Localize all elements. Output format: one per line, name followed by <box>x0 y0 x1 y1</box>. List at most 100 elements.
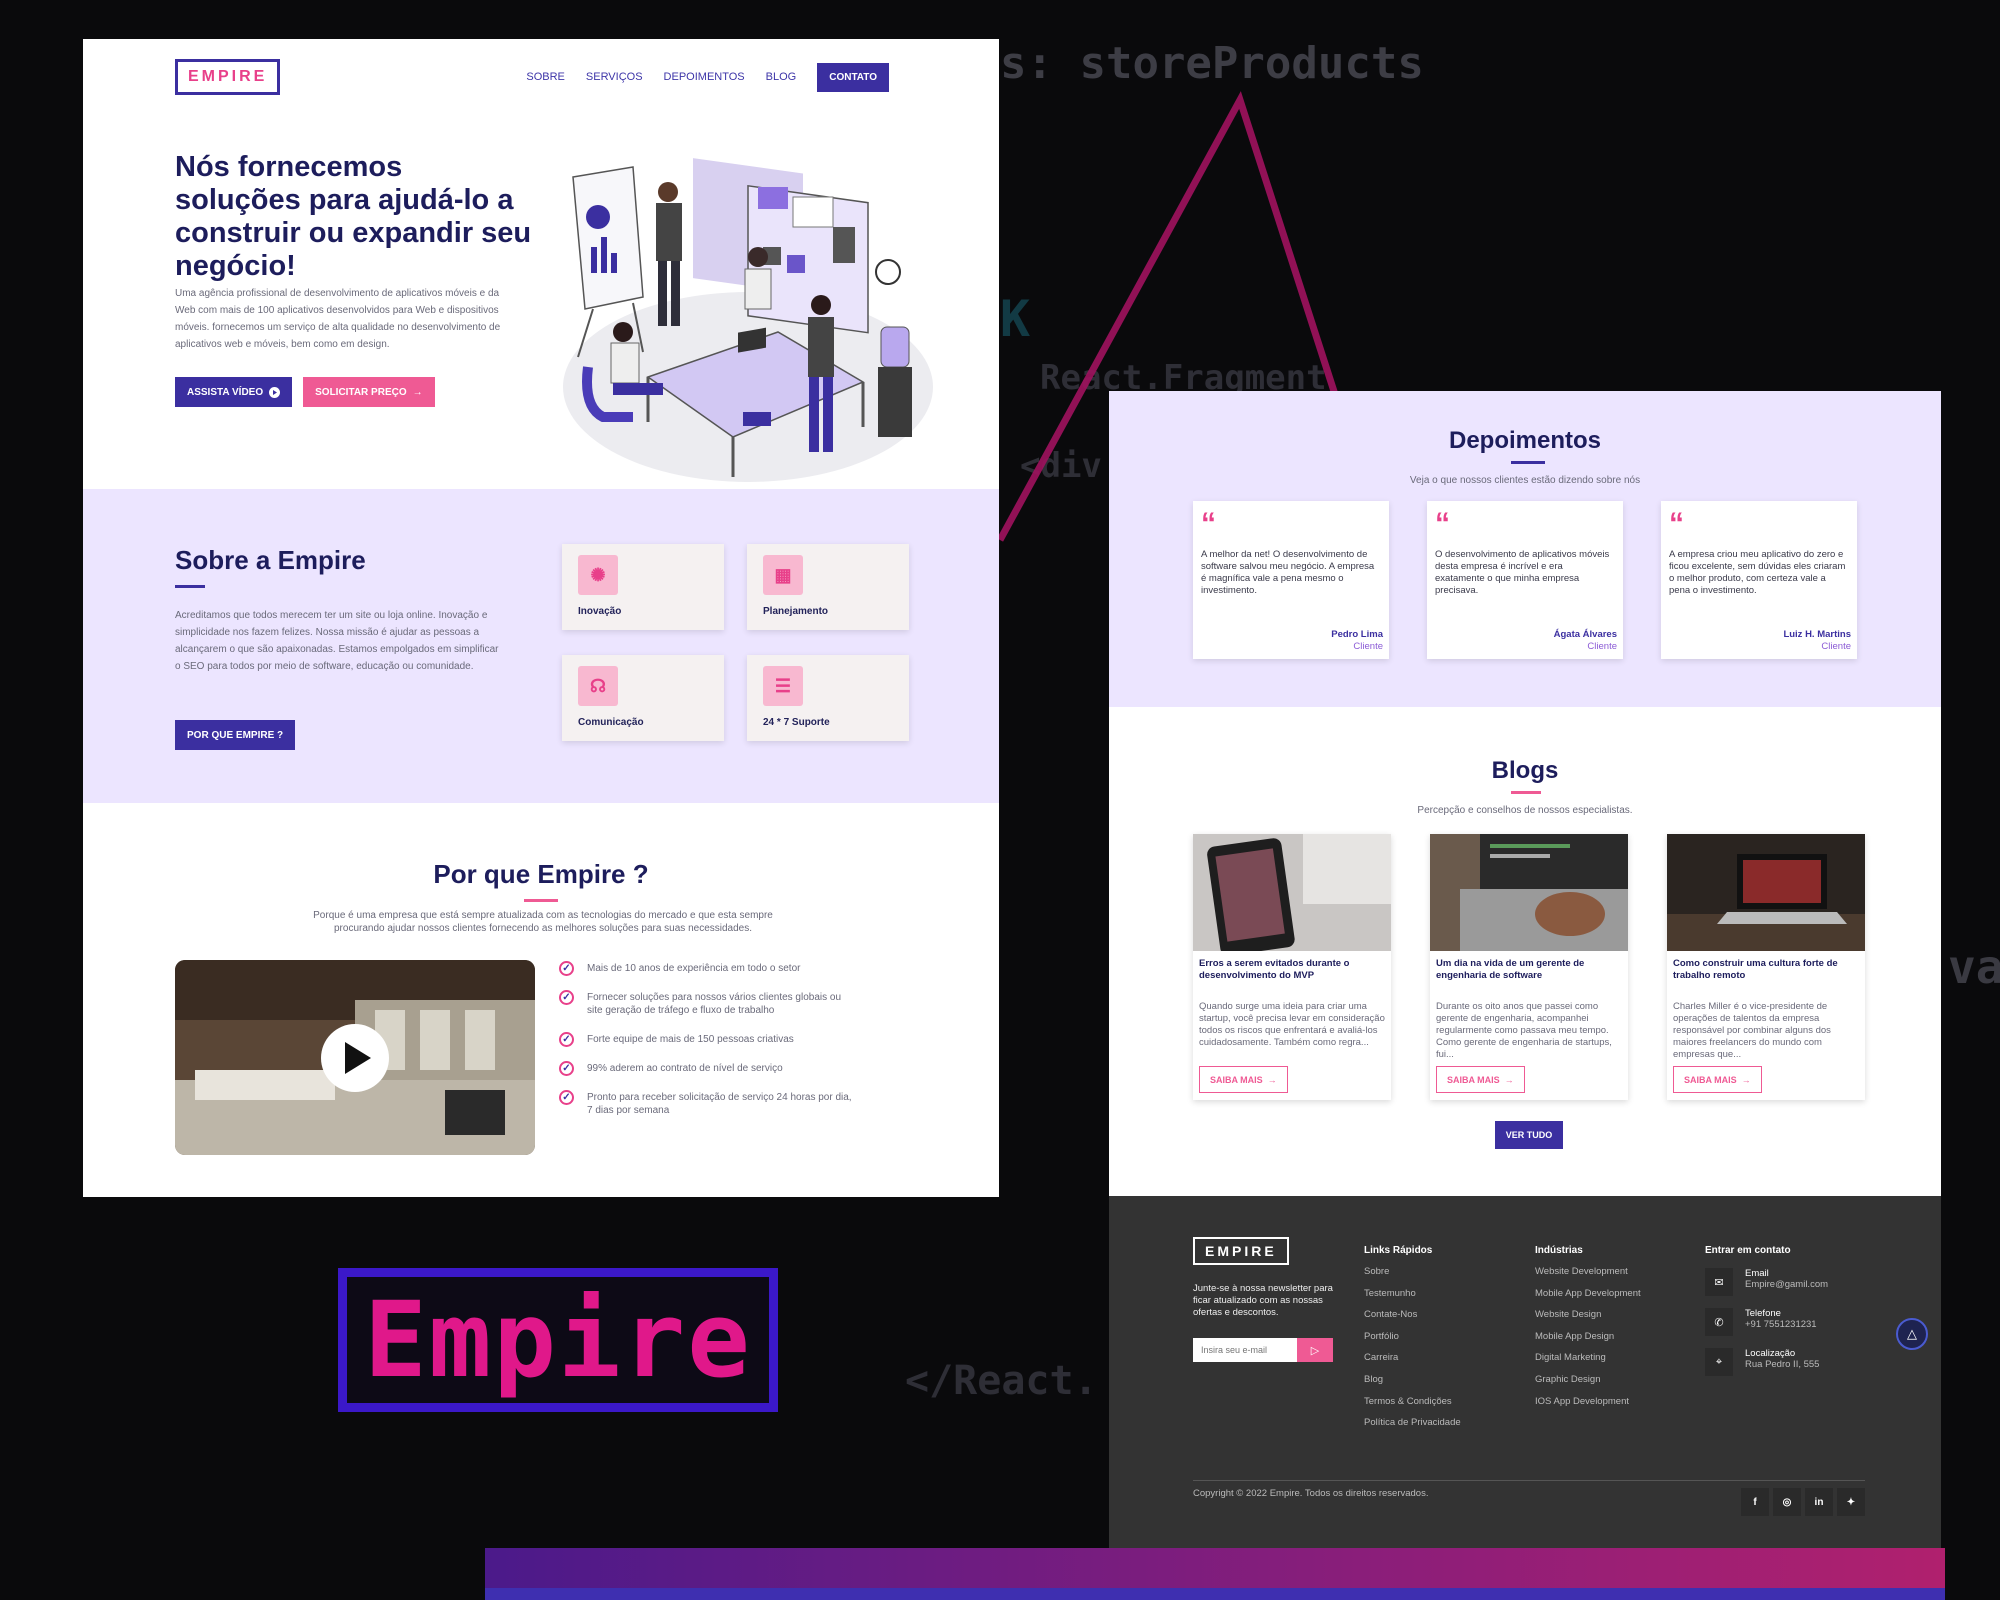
hero-illustration <box>563 158 933 482</box>
blog-title[interactable]: Um dia na vida de um gerente de engenhar… <box>1436 958 1622 982</box>
lightbulb-icon: ✺ <box>578 555 618 595</box>
footer-link[interactable]: Mobile App Development <box>1535 1288 1641 1310</box>
showcase-logo: Empire <box>338 1268 778 1412</box>
hero-title: Nós fornecemos soluções para ajudá-lo a … <box>175 151 532 282</box>
footer-link[interactable]: IOS App Development <box>1535 1396 1641 1418</box>
why-empire-button[interactable]: POR QUE EMPIRE ? <box>175 720 296 750</box>
testimonial-name: Ágata Álvares <box>1553 629 1617 640</box>
nav-links: SOBRE SERVIÇOS DEPOIMENTOS BLOG CONTATO <box>526 62 889 92</box>
blog-title[interactable]: Como construir uma cultura forte de trab… <box>1673 958 1859 982</box>
testimonial-text: O desenvolvimento de aplicativos móveis … <box>1435 549 1610 596</box>
request-quote-label: SOLICITAR PREÇO <box>315 386 407 398</box>
newsletter-email-input[interactable] <box>1193 1338 1297 1362</box>
see-all-button[interactable]: VER TUDO <box>1495 1121 1563 1149</box>
read-more-button[interactable]: SAIBA MAIS → <box>1436 1066 1525 1093</box>
feature-card-comunicacao: ☊ Comunicação <box>562 655 724 741</box>
footer-link[interactable]: Website Development <box>1535 1266 1641 1288</box>
title-underline <box>1511 791 1541 794</box>
footer-link[interactable]: Contate-Nos <box>1364 1309 1461 1331</box>
footer-logo[interactable]: EMPIRE <box>1193 1237 1289 1265</box>
quote-icon: “ <box>1669 507 1684 540</box>
title-underline <box>524 899 558 902</box>
mail-icon: ✉ <box>1705 1268 1733 1296</box>
send-icon[interactable]: ▷ <box>1297 1338 1333 1362</box>
watch-video-button[interactable]: ASSISTA VÍDEO <box>175 377 293 407</box>
why-list-item: ✓ Fornecer soluções para nossos vários cl… <box>559 990 859 1017</box>
contact-location: ⌖ Localização Rua Pedro II, 555 <box>1705 1348 1828 1388</box>
phone-icon: ✆ <box>1705 1308 1733 1336</box>
twitter-icon[interactable]: ✦ <box>1837 1488 1865 1516</box>
blogs-title: Blogs <box>1491 757 1559 784</box>
feature-label: Planejamento <box>763 606 829 617</box>
arrow-right-icon: → <box>1741 1074 1751 1085</box>
why-list-item: ✓ Pronto para receber solicitação de serv… <box>559 1090 859 1117</box>
footer-link[interactable]: Política de Privacidade <box>1364 1417 1461 1439</box>
why-list-item: ✓ Forte equipe de mais de 150 pessoas cri… <box>559 1032 859 1047</box>
chat-icon: ☰ <box>763 666 803 706</box>
blog-excerpt: Charles Miller é o vice-presidente de op… <box>1673 1001 1831 1060</box>
footer: EMPIRE Junte-se à nossa newsletter para … <box>1109 1196 1941 1548</box>
footer-link[interactable]: Carreira <box>1364 1352 1461 1374</box>
blog-image <box>1430 834 1628 951</box>
footer-link[interactable]: Mobile App Design <box>1535 1331 1641 1353</box>
about-text: Acreditamos que todos merecem ter um sit… <box>175 610 499 672</box>
footer-link[interactable]: Termos & Condições <box>1364 1396 1461 1418</box>
page-left: EMPIRE SOBRE SERVIÇOS DEPOIMENTOS BLOG C… <box>83 39 999 1197</box>
why-title: Por que Empire ? <box>433 859 649 889</box>
why-list-item: ✓ Mais de 10 anos de experiência em todo … <box>559 961 859 976</box>
read-more-button[interactable]: SAIBA MAIS → <box>1673 1066 1762 1093</box>
check-icon: ✓ <box>559 990 574 1005</box>
nav-link-depoimentos[interactable]: DEPOIMENTOS <box>664 71 745 83</box>
check-icon: ✓ <box>559 1061 574 1076</box>
watch-video-label: ASSISTA VÍDEO <box>187 386 264 398</box>
read-more-button[interactable]: SAIBA MAIS → <box>1199 1066 1288 1093</box>
contact-phone: ✆ Telefone +91 7551231231 <box>1705 1308 1828 1348</box>
bg-bottom-bar <box>485 1548 1945 1600</box>
industries-title: Indústrias <box>1535 1245 1583 1256</box>
blog-card[interactable]: Como construir uma cultura forte de trab… <box>1667 834 1865 1100</box>
facebook-icon[interactable]: f <box>1741 1488 1769 1516</box>
navbar: EMPIRE SOBRE SERVIÇOS DEPOIMENTOS BLOG C… <box>175 59 889 95</box>
location-icon: ⌖ <box>1705 1348 1733 1376</box>
testimonial-name: Pedro Lima <box>1331 629 1383 640</box>
title-underline <box>175 585 205 588</box>
nav-link-blog[interactable]: BLOG <box>766 71 797 83</box>
testimonial-role: Cliente <box>1353 641 1383 652</box>
feature-label: Inovação <box>578 606 622 617</box>
testimonial-card: “ A melhor da net! O desenvolvimento de … <box>1193 501 1389 659</box>
play-icon <box>269 386 281 398</box>
footer-link[interactable]: Portfólio <box>1364 1331 1461 1353</box>
blog-card[interactable]: Um dia na vida de um gerente de engenhar… <box>1430 834 1628 1100</box>
request-quote-button[interactable]: SOLICITAR PREÇO → <box>303 377 435 407</box>
testimonial-name: Luiz H. Martins <box>1783 629 1851 640</box>
footer-link[interactable]: Digital Marketing <box>1535 1352 1641 1374</box>
contact-button[interactable]: CONTATO <box>817 62 889 92</box>
feature-label: 24 * 7 Suporte <box>763 717 830 728</box>
nav-link-servicos[interactable]: SERVIÇOS <box>586 71 643 83</box>
testimonial-card: “ A empresa criou meu aplicativo do zero… <box>1661 501 1857 659</box>
arrow-right-icon: → <box>1267 1074 1277 1085</box>
social-links: f ◎ in ✦ <box>1741 1488 1865 1516</box>
nav-link-sobre[interactable]: SOBRE <box>526 71 565 83</box>
blog-card[interactable]: Erros a serem evitados durante o desenvo… <box>1193 834 1391 1100</box>
footer-link[interactable]: Graphic Design <box>1535 1374 1641 1396</box>
blog-image <box>1193 834 1391 951</box>
instagram-icon[interactable]: ◎ <box>1773 1488 1801 1516</box>
linkedin-icon[interactable]: in <box>1805 1488 1833 1516</box>
footer-link[interactable]: Testemunho <box>1364 1288 1461 1310</box>
feature-card-planejamento: ▦ Planejamento <box>747 544 909 630</box>
testimonial-card: “ O desenvolvimento de aplicativos móvei… <box>1427 501 1623 659</box>
footer-link[interactable]: Website Design <box>1535 1309 1641 1331</box>
logo[interactable]: EMPIRE <box>175 59 281 95</box>
title-underline <box>1511 461 1545 464</box>
testimonials-section: Depoimentos Veja o que nossos clientes e… <box>1109 391 1941 707</box>
footer-link[interactable]: Sobre <box>1364 1266 1461 1288</box>
scroll-to-top-icon[interactable]: △ <box>1896 1318 1928 1350</box>
industries-column: Indústrias Website Development Mobile Ap… <box>1535 1245 1641 1417</box>
video-thumbnail[interactable] <box>175 960 535 1155</box>
check-icon: ✓ <box>559 961 574 976</box>
blog-title[interactable]: Erros a serem evitados durante o desenvo… <box>1199 958 1385 982</box>
arrow-right-icon: → <box>1504 1074 1514 1085</box>
feature-label: Comunicação <box>578 717 644 728</box>
footer-link[interactable]: Blog <box>1364 1374 1461 1396</box>
